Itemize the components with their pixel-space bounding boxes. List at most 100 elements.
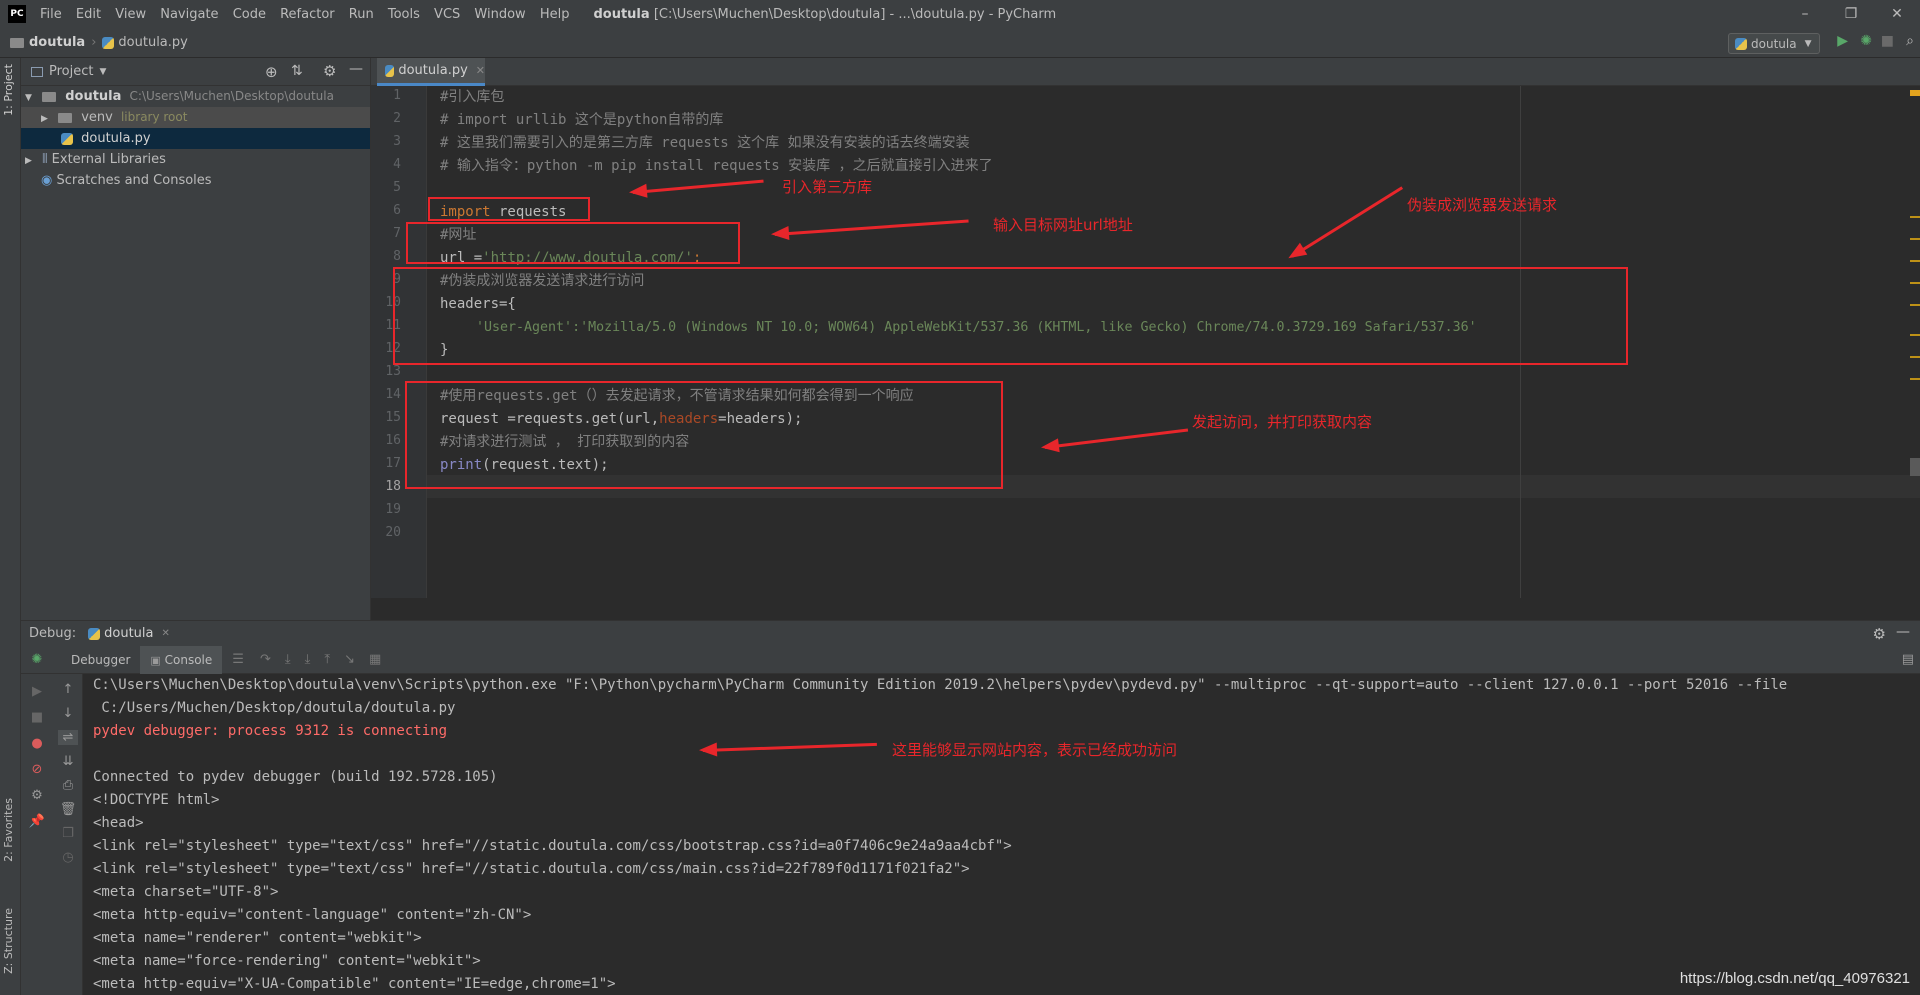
- menu-window[interactable]: Window: [474, 7, 525, 22]
- gear-icon[interactable]: ⚙: [1873, 625, 1886, 643]
- warning-marker[interactable]: [1910, 216, 1920, 218]
- tab-debugger[interactable]: Debugger: [61, 646, 140, 674]
- warning-marker[interactable]: [1910, 378, 1920, 380]
- step-into-my-code-icon[interactable]: ⤓: [305, 652, 311, 667]
- tab-console[interactable]: ▣ Console: [140, 645, 223, 674]
- menu-navigate[interactable]: Navigate: [160, 7, 218, 22]
- expand-arrow-icon[interactable]: ▶: [25, 156, 32, 166]
- stop-icon[interactable]: ■: [1881, 33, 1894, 49]
- tool-tab-project[interactable]: 1: Project: [2, 64, 15, 116]
- run-icon[interactable]: ▶: [1837, 33, 1848, 49]
- console-output[interactable]: C:\Users\Muchen\Desktop\doutula\venv\Scr…: [93, 674, 1913, 995]
- tree-item-external[interactable]: ▶ ⫴ External Libraries: [21, 149, 370, 170]
- search-icon[interactable]: ⌕: [1906, 33, 1914, 49]
- folder-icon: [58, 112, 73, 123]
- print-icon[interactable]: ⎙: [58, 778, 78, 793]
- tree-file-name: doutula.py: [81, 131, 151, 146]
- editor-horizontal-scrollbar[interactable]: [371, 598, 1920, 620]
- locate-icon[interactable]: ⊕: [265, 63, 278, 81]
- close-tab-icon[interactable]: ✕: [162, 628, 170, 639]
- clock-icon[interactable]: ◷: [58, 850, 78, 865]
- python-file-icon: [61, 132, 73, 145]
- stop-icon[interactable]: ■: [27, 710, 47, 725]
- tree-item-venv[interactable]: ▶ venv library root: [21, 107, 370, 128]
- run-to-cursor-icon[interactable]: ↘: [344, 652, 355, 667]
- tree-item-root[interactable]: ▼ doutula C:\Users\Muchen\Desktop\doutul…: [21, 86, 370, 107]
- pin-icon[interactable]: 📌: [27, 814, 47, 829]
- menu-bar: File Edit View Navigate Code Refactor Ru…: [40, 7, 579, 22]
- resume-icon[interactable]: ✺: [21, 652, 53, 667]
- warning-marker[interactable]: [1910, 282, 1920, 284]
- warning-marker[interactable]: [1910, 334, 1920, 336]
- tool-tab-structure[interactable]: Z: Structure: [2, 908, 15, 974]
- menu-refactor[interactable]: Refactor: [280, 7, 335, 22]
- python-file-icon: [88, 627, 101, 640]
- run-configuration-select[interactable]: doutula ▼: [1728, 33, 1820, 54]
- debug-session-tab[interactable]: doutula: [104, 626, 153, 641]
- hide-icon[interactable]: —: [1896, 624, 1910, 640]
- menu-view[interactable]: View: [115, 7, 146, 22]
- code-line-4: # 输入指令：python -m pip install requests 安装…: [440, 158, 993, 174]
- breadcrumb-file[interactable]: doutula.py: [118, 35, 187, 50]
- arrow-up-icon[interactable]: ↑: [58, 682, 78, 697]
- line-number: 8: [393, 249, 401, 264]
- menu-tools[interactable]: Tools: [388, 7, 420, 22]
- restore-button[interactable]: ❐: [1828, 0, 1874, 28]
- step-over-icon[interactable]: ↷: [260, 652, 271, 667]
- step-into-icon[interactable]: ⤓: [285, 652, 291, 667]
- console-line: <head>: [93, 815, 144, 831]
- trash-icon[interactable]: 🗑: [58, 802, 78, 817]
- step-out-icon[interactable]: ⤒: [324, 652, 330, 667]
- debug-icon[interactable]: ✺: [1860, 33, 1872, 49]
- menu-edit[interactable]: Edit: [76, 7, 101, 22]
- annotation-note: 伪装成浏览器发送请求: [1407, 196, 1558, 214]
- warning-marker[interactable]: [1910, 304, 1920, 306]
- breadcrumb-separator: ›: [91, 35, 97, 50]
- project-panel-header: Project ▼ ⊕ ⇅ ⚙ —: [21, 58, 370, 86]
- menu-file[interactable]: File: [40, 7, 62, 22]
- close-button[interactable]: ✕: [1874, 0, 1920, 28]
- close-tab-icon[interactable]: ✕: [476, 64, 485, 77]
- line-number: 1: [393, 88, 401, 103]
- hide-icon[interactable]: —: [349, 61, 363, 77]
- warning-marker[interactable]: [1910, 238, 1920, 240]
- expand-arrow-icon[interactable]: ▼: [25, 93, 32, 103]
- line-number: 4: [393, 157, 401, 172]
- view-breakpoints-icon[interactable]: ●: [27, 736, 47, 751]
- chevron-down-icon[interactable]: ▼: [99, 67, 106, 77]
- collapse-icon[interactable]: ⇅: [291, 63, 303, 79]
- menu-vcs[interactable]: VCS: [434, 7, 460, 22]
- tree-item-file[interactable]: doutula.py: [21, 128, 370, 149]
- tree-item-scratches[interactable]: ◉ Scratches and Consoles: [21, 170, 370, 191]
- soft-wrap-icon[interactable]: ⇌: [58, 730, 78, 745]
- console-line: Connected to pydev debugger (build 192.5…: [93, 769, 498, 785]
- mute-breakpoints-icon[interactable]: ⊘: [27, 762, 47, 777]
- editor-error-stripe[interactable]: [1908, 86, 1920, 598]
- restore-layout-icon[interactable]: ▤: [1902, 652, 1914, 667]
- warning-marker[interactable]: [1910, 356, 1920, 358]
- copy-icon[interactable]: ❐: [58, 826, 78, 841]
- menu-code[interactable]: Code: [233, 7, 266, 22]
- threads-icon[interactable]: ☰: [232, 652, 244, 667]
- project-tree: ▼ doutula C:\Users\Muchen\Desktop\doutul…: [21, 86, 370, 191]
- arrow-down-icon[interactable]: ↓: [58, 706, 78, 721]
- evaluate-icon[interactable]: ▦: [369, 652, 381, 667]
- warning-marker[interactable]: [1910, 260, 1920, 262]
- scroll-to-end-icon[interactable]: ⇊: [58, 754, 78, 769]
- gear-icon[interactable]: ⚙: [27, 788, 47, 803]
- resume-icon[interactable]: ▶: [27, 684, 47, 699]
- editor-tab-doutula[interactable]: doutula.py ✕: [377, 58, 485, 86]
- gear-icon[interactable]: ⚙: [323, 62, 336, 80]
- project-panel-title[interactable]: Project: [49, 64, 93, 79]
- scroll-thumb[interactable]: [1910, 458, 1920, 476]
- console-line: <meta charset="UTF-8">: [93, 884, 279, 900]
- menu-run[interactable]: Run: [349, 7, 374, 22]
- minimize-button[interactable]: –: [1782, 0, 1828, 28]
- console-line: <meta name="renderer" content="webkit">: [93, 930, 422, 946]
- menu-help[interactable]: Help: [540, 7, 570, 22]
- breadcrumb-project[interactable]: doutula: [29, 35, 85, 50]
- console-line: C:\Users\Muchen\Desktop\doutula\venv\Scr…: [93, 677, 1788, 693]
- tool-tab-favorites[interactable]: 2: Favorites: [2, 798, 15, 862]
- warning-marker[interactable]: [1910, 90, 1920, 96]
- expand-arrow-icon[interactable]: ▶: [41, 114, 48, 124]
